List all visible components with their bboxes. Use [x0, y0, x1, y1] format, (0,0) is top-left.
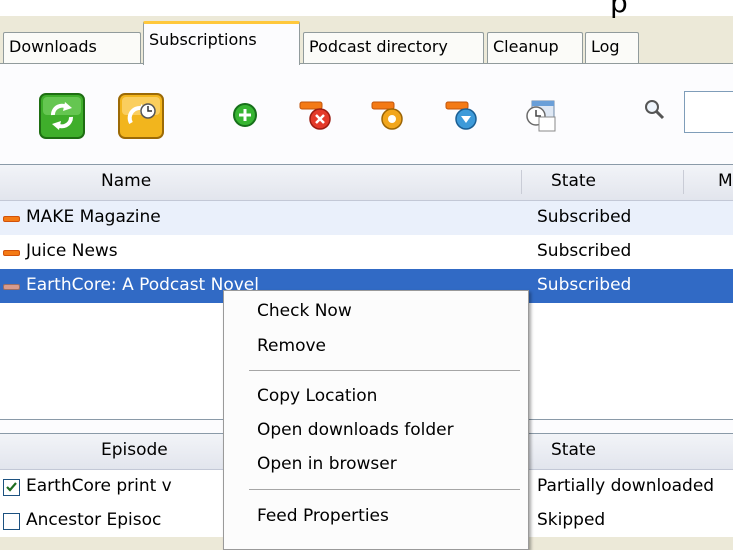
- column-header-episode[interactable]: Episode: [101, 440, 168, 460]
- episode-name: Ancestor Episoc: [26, 510, 162, 530]
- column-header-state[interactable]: State: [551, 171, 596, 191]
- menu-item-open-in-browser[interactable]: Open in browser: [257, 454, 397, 474]
- tab-label: Podcast directory: [309, 37, 448, 56]
- column-divider[interactable]: [521, 170, 522, 194]
- menu-separator: [249, 489, 520, 490]
- add-feed-icon[interactable]: [232, 102, 258, 133]
- episode-name: EarthCore print v: [26, 476, 172, 496]
- search-icon: [643, 98, 667, 127]
- tab-label: Cleanup: [493, 37, 559, 56]
- column-header-name[interactable]: Name: [101, 171, 151, 191]
- menu-item-open-downloads-folder[interactable]: Open downloads folder: [257, 420, 454, 440]
- episode-state: Skipped: [537, 510, 606, 530]
- subscriptions-header: Name State M: [0, 165, 733, 201]
- title-strip: p: [0, 0, 733, 19]
- feed-icon: [3, 250, 20, 256]
- refresh-icon[interactable]: [39, 93, 85, 144]
- tab-log[interactable]: Log: [585, 32, 639, 63]
- tab-downloads[interactable]: Downloads: [3, 32, 141, 63]
- subscription-row[interactable]: MAKE Magazine Subscribed: [0, 201, 733, 235]
- subscription-state: Subscribed: [537, 241, 632, 261]
- scheduler-icon[interactable]: [524, 98, 558, 137]
- feed-download-icon[interactable]: [444, 100, 480, 137]
- feed-icon: [3, 284, 20, 290]
- subscription-state: Subscribed: [537, 275, 632, 295]
- feed-icon: [3, 216, 20, 222]
- toolbar: [0, 64, 733, 164]
- tab-label: Subscriptions: [149, 30, 257, 49]
- tab-podcast-directory[interactable]: Podcast directory: [303, 32, 484, 63]
- subscription-name: Juice News: [26, 241, 118, 261]
- column-header-state[interactable]: State: [551, 440, 596, 460]
- tab-bar: Downloads Subscriptions Podcast director…: [0, 16, 733, 65]
- column-header-more[interactable]: M: [718, 171, 733, 191]
- episode-checkbox[interactable]: [3, 479, 20, 496]
- menu-item-feed-properties[interactable]: Feed Properties: [257, 506, 389, 526]
- tab-subscriptions[interactable]: Subscriptions: [143, 21, 300, 65]
- subscription-name: MAKE Magazine: [26, 207, 161, 227]
- schedule-icon[interactable]: [118, 93, 164, 144]
- search-input[interactable]: [684, 91, 733, 133]
- episode-checkbox[interactable]: [3, 513, 20, 530]
- tab-label: Log: [591, 37, 620, 56]
- feed-settings-icon[interactable]: [370, 100, 406, 137]
- menu-item-copy-location[interactable]: Copy Location: [257, 386, 377, 406]
- menu-item-remove[interactable]: Remove: [257, 336, 326, 356]
- subscription-state: Subscribed: [537, 207, 632, 227]
- remove-feed-icon[interactable]: [298, 100, 334, 137]
- menu-separator: [249, 370, 520, 371]
- episode-state: Partially downloaded: [537, 476, 715, 496]
- subscription-row[interactable]: Juice News Subscribed: [0, 235, 733, 269]
- menu-item-check-now[interactable]: Check Now: [257, 301, 352, 321]
- column-divider[interactable]: [683, 170, 684, 194]
- tab-label: Downloads: [9, 37, 97, 56]
- tab-cleanup[interactable]: Cleanup: [487, 32, 583, 63]
- context-menu: Check Now Remove Copy Location Open down…: [223, 290, 529, 550]
